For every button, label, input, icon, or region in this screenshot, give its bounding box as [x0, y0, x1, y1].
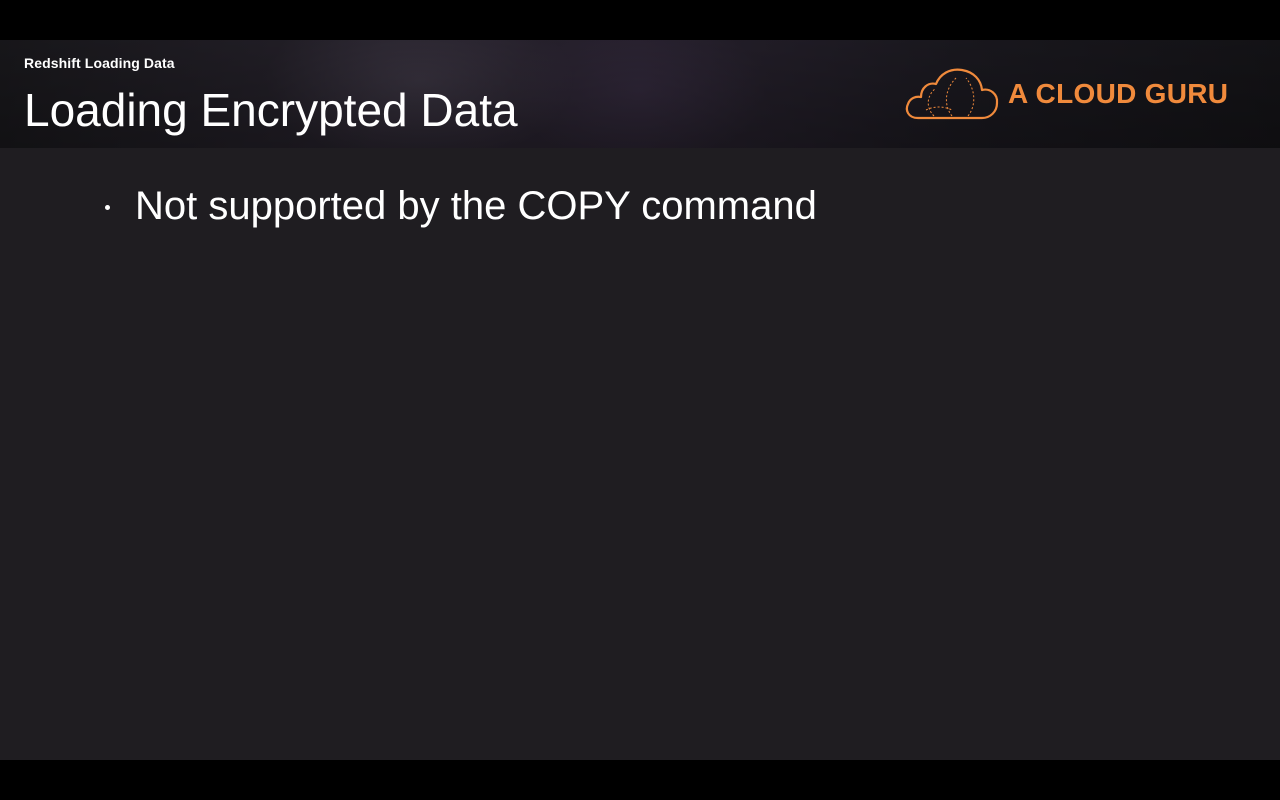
bullet-icon [105, 205, 110, 210]
slide-header: Redshift Loading Data Loading Encrypted … [0, 40, 1280, 148]
bullet-text: Not supported by the COPY command [135, 184, 817, 228]
slide: Redshift Loading Data Loading Encrypted … [0, 40, 1280, 760]
letterbox-bottom [0, 760, 1280, 800]
slide-content: Not supported by the COPY command [0, 148, 1280, 760]
letterbox-top [0, 0, 1280, 40]
bullet-list: Not supported by the COPY command [100, 178, 817, 234]
slide-title: Loading Encrypted Data [24, 84, 518, 136]
cloud-icon [905, 68, 999, 120]
brand-logo: A CLOUD GURU [904, 66, 1254, 122]
brand-name: A CLOUD GURU [1008, 78, 1229, 109]
list-item: Not supported by the COPY command [100, 178, 817, 234]
section-label: Redshift Loading Data [24, 55, 175, 71]
